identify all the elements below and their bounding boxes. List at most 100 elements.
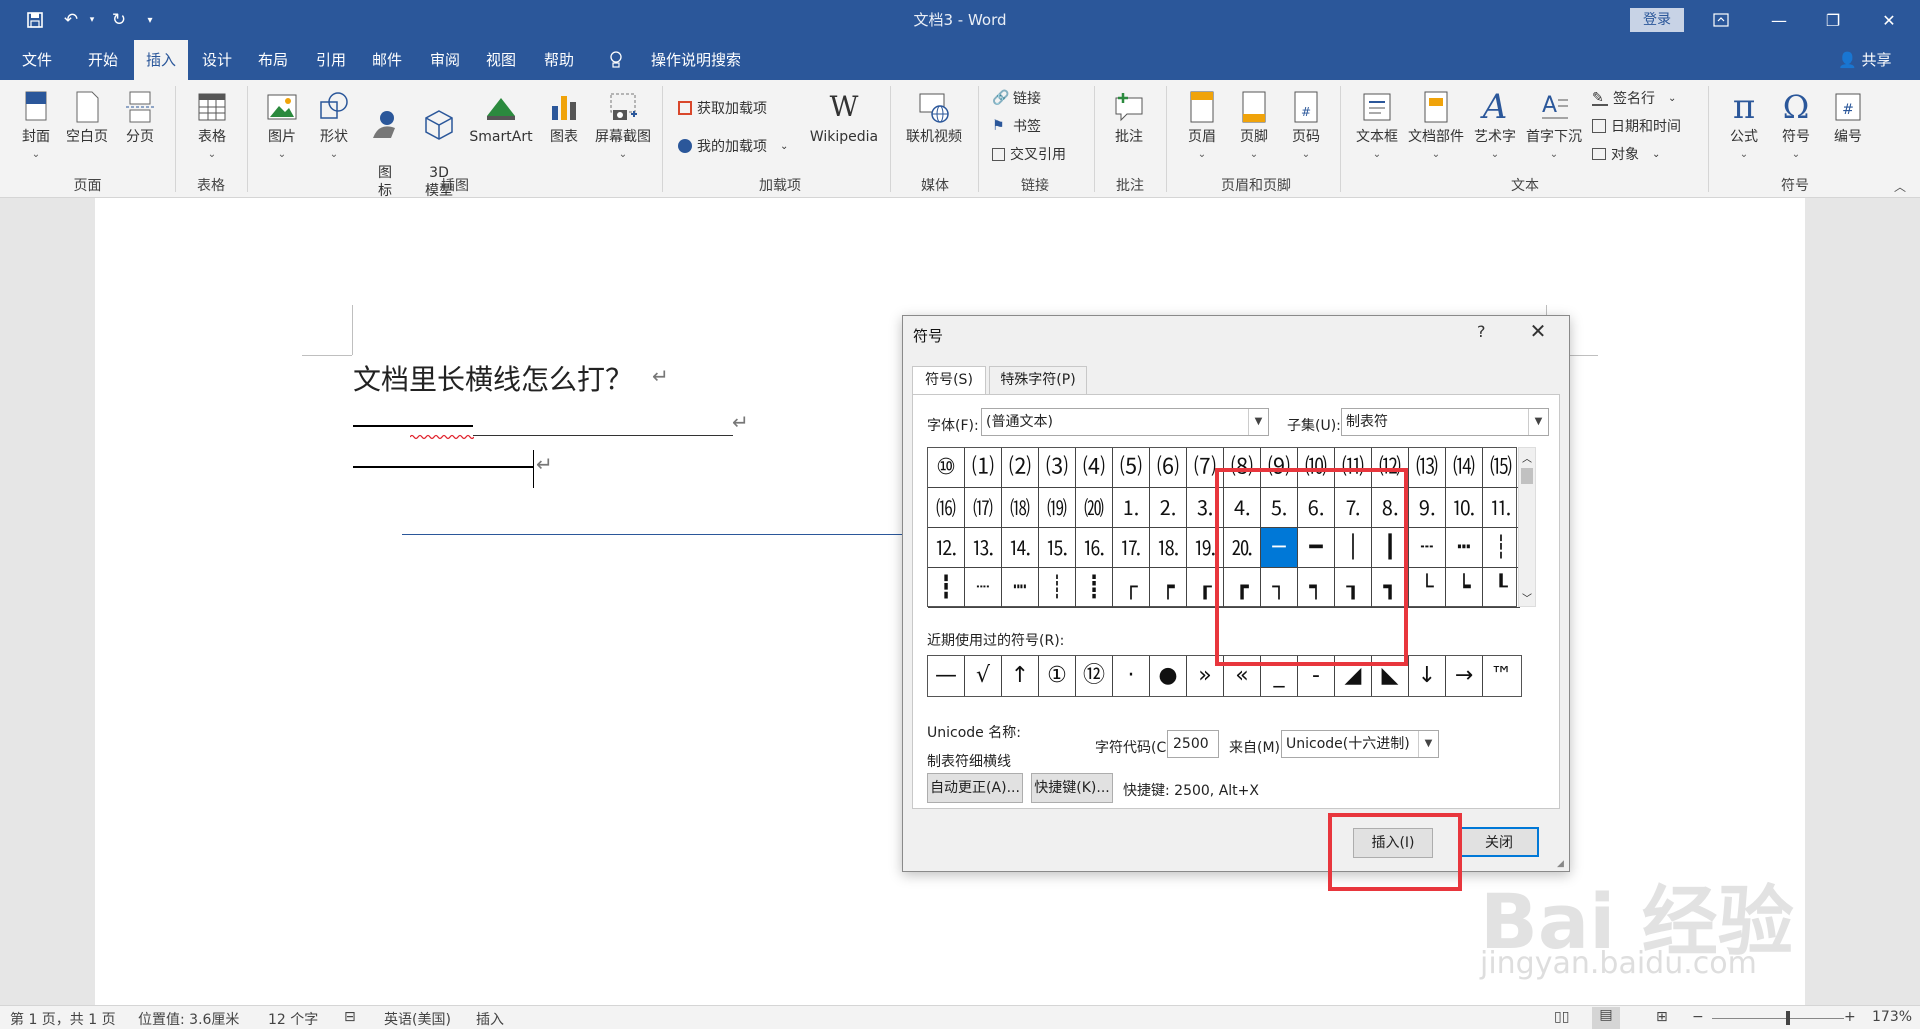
share-button[interactable]: 👤 共享: [1838, 40, 1891, 80]
close-button[interactable]: 关闭: [1459, 827, 1539, 857]
table-button[interactable]: 表格 ⌄: [188, 90, 236, 164]
symbol-cell[interactable]: ⒔: [965, 528, 1002, 568]
symbol-cell[interactable]: ⒘: [1113, 528, 1150, 568]
ribbon-display-options-icon[interactable]: [1698, 0, 1744, 40]
symbol-cell[interactable]: ┌: [1113, 568, 1150, 608]
zoom-in-icon[interactable]: +: [1844, 1009, 1856, 1025]
scrollbar-thumb[interactable]: [1521, 468, 1533, 484]
wikipedia-button[interactable]: W Wikipedia: [806, 90, 882, 146]
symbol-cell[interactable]: ⑴: [965, 448, 1002, 488]
quick-parts-button[interactable]: 文档部件 ⌄: [1404, 90, 1468, 164]
tell-me-search[interactable]: 操作说明搜索: [636, 40, 756, 80]
tab-review[interactable]: 审阅: [420, 40, 470, 80]
recent-symbol-cell[interactable]: ↓: [1409, 656, 1446, 696]
recent-symbol-cell[interactable]: ™: [1483, 656, 1520, 696]
symbol-cell[interactable]: ⒖: [1039, 528, 1076, 568]
recent-symbol-cell[interactable]: ↑: [1002, 656, 1039, 696]
bookmark-button[interactable]: ⚑ 书签: [992, 116, 1041, 136]
symbol-cell[interactable]: ┖: [1483, 568, 1520, 608]
smartart-button[interactable]: SmartArt: [466, 90, 536, 146]
close-window-icon[interactable]: ✕: [1866, 0, 1912, 40]
font-select[interactable]: (普通文本) ▼: [981, 408, 1269, 436]
symbol-cell[interactable]: ⑵: [1002, 448, 1039, 488]
symbol-cell[interactable]: ⑩: [928, 448, 965, 488]
zoom-out-icon[interactable]: −: [1692, 1009, 1704, 1025]
symbol-button[interactable]: Ω 符号 ⌄: [1774, 90, 1818, 164]
symbol-cell[interactable]: ⒑: [1446, 488, 1483, 528]
proofing-icon[interactable]: ⊟: [344, 1009, 356, 1025]
restore-icon[interactable]: ❐: [1810, 0, 1856, 40]
symbol-cell[interactable]: ⒒: [1483, 488, 1520, 528]
symbol-cell[interactable]: ⒙: [1150, 528, 1187, 568]
zoom-slider-thumb[interactable]: [1786, 1011, 1790, 1025]
symbol-cell[interactable]: ┊: [1039, 568, 1076, 608]
tab-insert[interactable]: 插入: [134, 40, 188, 80]
tab-view[interactable]: 视图: [476, 40, 526, 80]
shapes-button[interactable]: 形状 ⌄: [314, 90, 354, 164]
online-video-button[interactable]: 联机视频: [902, 90, 966, 146]
web-layout-icon[interactable]: ⊞: [1656, 1009, 1668, 1025]
cross-reference-button[interactable]: 交叉引用: [992, 144, 1066, 164]
symbol-cell[interactable]: ⒂: [1483, 448, 1520, 488]
symbol-cell[interactable]: ⒓: [928, 528, 965, 568]
zoom-slider[interactable]: [1712, 1018, 1844, 1019]
tab-design[interactable]: 设计: [192, 40, 242, 80]
chart-button[interactable]: 图表: [544, 90, 584, 146]
recent-symbol-cell[interactable]: —: [928, 656, 965, 696]
symbol-cell[interactable]: ⒇: [1076, 488, 1113, 528]
symbol-cell[interactable]: ┋: [1076, 568, 1113, 608]
symbol-cell[interactable]: ┕: [1446, 568, 1483, 608]
my-addins-button[interactable]: 我的加载项 ⌄: [678, 136, 788, 156]
symbol-cell[interactable]: ⒆: [1039, 488, 1076, 528]
recent-symbol-cell[interactable]: ●: [1150, 656, 1187, 696]
zoom-level[interactable]: 173%: [1872, 1009, 1912, 1025]
picture-button[interactable]: 图片 ⌄: [262, 90, 302, 164]
cover-page-button[interactable]: 封面 ⌄: [16, 90, 56, 164]
numbering-button[interactable]: # 编号: [1826, 90, 1870, 146]
symbol-cell[interactable]: ┅: [1446, 528, 1483, 568]
recent-symbol-cell[interactable]: ⑫: [1076, 656, 1113, 696]
symbol-cell[interactable]: ┇: [928, 568, 965, 608]
document-heading[interactable]: 文档里长横线怎么打？: [353, 358, 633, 398]
wordart-button[interactable]: A 艺术字 ⌄: [1470, 90, 1520, 164]
symbol-cell[interactable]: ⑸: [1113, 448, 1150, 488]
insert-mode[interactable]: 插入: [476, 1009, 504, 1029]
symbol-cell[interactable]: └: [1409, 568, 1446, 608]
screenshot-button[interactable]: 屏幕截图 ⌄: [590, 90, 656, 164]
page-number-button[interactable]: # 页码 ⌄: [1284, 90, 1328, 164]
tab-file[interactable]: 文件: [8, 40, 66, 80]
text-box-button[interactable]: 文本框 ⌄: [1352, 90, 1402, 164]
symbol-cell[interactable]: ⒀: [1409, 448, 1446, 488]
symbol-cell[interactable]: ┆: [1483, 528, 1520, 568]
language[interactable]: 英语(美国): [384, 1009, 451, 1029]
symbol-grid-scrollbar[interactable]: ︿ ﹀: [1518, 447, 1536, 607]
link-button[interactable]: 🔗 链接: [992, 88, 1041, 108]
date-time-button[interactable]: 日期和时间: [1592, 116, 1681, 136]
recent-symbol-cell[interactable]: √: [965, 656, 1002, 696]
tab-mailings[interactable]: 邮件: [362, 40, 412, 80]
new-comment-button[interactable]: 批注: [1106, 90, 1152, 146]
icons-button[interactable]: 图 标: [368, 90, 402, 200]
symbol-cell[interactable]: ⑷: [1076, 448, 1113, 488]
tab-home[interactable]: 开始: [74, 40, 132, 80]
tab-help[interactable]: 帮助: [534, 40, 584, 80]
subset-select[interactable]: 制表符 ▼: [1341, 408, 1549, 436]
drop-cap-button[interactable]: A 首字下沉 ⌄: [1520, 90, 1588, 164]
tab-layout[interactable]: 布局: [248, 40, 298, 80]
symbol-cell[interactable]: ⒅: [1002, 488, 1039, 528]
minimize-icon[interactable]: —: [1756, 0, 1802, 40]
help-button[interactable]: ?: [1477, 322, 1486, 341]
symbol-cell[interactable]: ⒄: [965, 488, 1002, 528]
resize-grip-icon[interactable]: ◢: [1557, 859, 1564, 869]
autocorrect-button[interactable]: 自动更正(A)...: [927, 773, 1023, 803]
tab-symbols[interactable]: 符号(S): [912, 366, 986, 394]
read-mode-icon[interactable]: ▯▯: [1554, 1009, 1569, 1025]
symbol-cell[interactable]: ┍: [1150, 568, 1187, 608]
recent-symbol-cell[interactable]: ①: [1039, 656, 1076, 696]
symbol-cell[interactable]: ┉: [1002, 568, 1039, 608]
symbol-cell[interactable]: ┄: [1409, 528, 1446, 568]
collapse-ribbon-icon[interactable]: ︿: [1894, 178, 1906, 195]
from-select[interactable]: Unicode(十六进制) ▼: [1281, 730, 1439, 758]
symbol-cell[interactable]: ┈: [965, 568, 1002, 608]
close-dialog-icon[interactable]: ✕: [1523, 319, 1553, 345]
